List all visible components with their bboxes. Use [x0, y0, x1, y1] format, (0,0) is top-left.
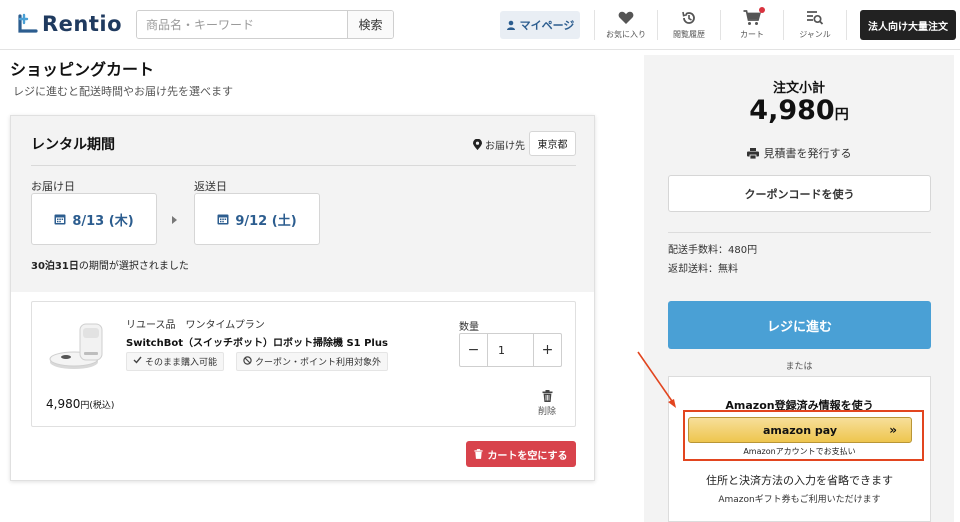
mypage-button[interactable]: マイページ — [500, 11, 580, 39]
issue-estimate-label: 見積書を発行する — [763, 147, 852, 160]
product-name[interactable]: SwitchBot（スイッチボット）ロボット掃除機 S1 Plus — [126, 334, 388, 349]
user-icon — [506, 20, 515, 30]
nav-favorites-label: お気に入り — [606, 30, 646, 39]
return-date-label: 返送日 — [194, 180, 227, 193]
nav-genre-label: ジャンル — [799, 30, 831, 39]
search-input[interactable] — [137, 11, 347, 38]
page-title: ショッピングカート — [10, 60, 155, 79]
period-summary-text: の期間が選択されました — [78, 261, 189, 272]
chip-coupon-excluded: クーポン・ポイント利用対象外 — [236, 352, 389, 371]
destination-label-text: お届け先 — [485, 141, 525, 152]
delivery-date-label: お届け日 — [31, 180, 75, 193]
product-price: 4,980円(税込) — [46, 397, 114, 411]
quantity-value[interactable]: 1 — [487, 334, 534, 366]
printer-icon — [746, 147, 759, 159]
product-condition: リユース品 ワンタイムプラン — [126, 320, 265, 331]
order-summary-panel: 注文小計 4,980円 見積書を発行する クーポンコードを使う 配送手数料：48… — [644, 55, 954, 522]
destination-select-button[interactable]: 東京都 — [529, 131, 576, 156]
empty-cart-button[interactable]: カートを空にする — [466, 441, 576, 467]
chip-coupon-label: クーポン・ポイント利用対象外 — [255, 358, 382, 368]
quantity-minus-button[interactable]: − — [460, 334, 487, 366]
issue-estimate-link[interactable]: 見積書を発行する — [644, 145, 954, 161]
divider — [668, 232, 931, 233]
nav-history[interactable]: 閲覧履歴 — [658, 9, 720, 43]
quantity-label: 数量 — [459, 322, 479, 333]
amazon-pay-section: Amazon登録済み情報を使う amazon pay » Amazonアカウント… — [668, 376, 931, 522]
nav-history-label: 閲覧履歴 — [673, 30, 705, 39]
divider — [31, 165, 576, 166]
cart-notification-dot — [759, 7, 765, 13]
rental-period-title: レンタル期間 — [31, 137, 115, 153]
rentio-logo[interactable]: Rentio — [18, 12, 122, 36]
trash-icon — [542, 390, 552, 402]
empty-cart-label: カートを空にする — [487, 450, 568, 462]
product-price-value: 4,980 — [46, 397, 81, 411]
delete-label: 削除 — [538, 407, 557, 417]
amazon-gift-note: Amazonギフト券もご利用いただけます — [718, 495, 881, 505]
subtotal-amount: 4,980円 — [644, 95, 954, 126]
nav-cart[interactable]: カート — [721, 7, 783, 43]
map-pin-icon — [473, 139, 482, 150]
prohibited-icon — [243, 355, 252, 368]
nav-genre[interactable]: ジャンル — [784, 9, 846, 43]
period-nights: 30泊31日 — [31, 261, 79, 272]
shipping-fee: 配送手数料：480円 — [668, 245, 758, 256]
return-fee: 返却送料：無料 — [668, 264, 738, 275]
history-icon — [681, 9, 697, 26]
delivery-date-button[interactable]: 8/13 (木) — [31, 193, 157, 245]
destination-label: お届け先 — [473, 137, 525, 152]
return-date-button[interactable]: 9/12 (土) — [194, 193, 320, 245]
cart-icon — [743, 7, 765, 26]
genre-icon — [806, 9, 824, 26]
subtotal-value: 4,980 — [749, 95, 835, 126]
amazon-pay-description: 住所と決済方法の入力を省略できます — [706, 474, 893, 487]
robot-vacuum-image — [49, 323, 103, 369]
check-icon — [133, 356, 142, 367]
nav-cart-label: カート — [740, 30, 764, 39]
rental-period-section: レンタル期間 お届け先 東京都 お届け日 8/13 (木) 返送日 9/12 (… — [11, 116, 594, 292]
trash-icon — [474, 449, 484, 459]
amazon-pay-caption: Amazonアカウントでお支払い — [743, 447, 856, 456]
calendar-icon — [217, 214, 229, 225]
logo-text: Rentio — [42, 12, 123, 36]
nav-favorites[interactable]: お気に入り — [595, 9, 657, 43]
quantity-stepper: − 1 + — [459, 333, 562, 367]
use-coupon-button[interactable]: クーポンコードを使う — [668, 175, 931, 212]
site-header: Rentio 検索 マイページ お気に入り 閲覧履歴 カート — [0, 0, 960, 50]
subtotal-unit: 円 — [834, 107, 849, 123]
rentio-logo-icon — [18, 13, 38, 33]
delete-item-button[interactable]: 削除 — [538, 390, 556, 417]
chip-purchasable: そのまま購入可能 — [126, 352, 225, 371]
period-summary: 30泊31日の期間が選択されました — [31, 257, 189, 272]
amazon-pay-logo: amazon pay — [762, 423, 838, 437]
annotation-arrow-icon — [637, 351, 676, 408]
heart-icon — [618, 9, 634, 26]
nav-divider — [846, 10, 847, 40]
mypage-label: マイページ — [519, 19, 575, 32]
double-chevron-icon: » — [889, 423, 897, 437]
checkout-button[interactable]: レジに進む — [668, 301, 931, 349]
page-subtitle: レジに進むと配送時間やお届け先を選べます — [13, 85, 233, 98]
calendar-icon — [54, 214, 66, 225]
corporate-order-button[interactable]: 法人向け大量注文 — [860, 10, 956, 40]
product-price-suffix: 円(税込) — [80, 401, 115, 411]
subtotal-title: 注文小計 — [772, 81, 825, 96]
delivery-date-value: 8/13 (木) — [72, 213, 134, 229]
arrow-right-icon — [172, 216, 177, 224]
search-button[interactable]: 検索 — [347, 11, 393, 38]
amazon-pay-button[interactable]: amazon pay » — [688, 417, 912, 443]
search-bar: 検索 — [136, 10, 394, 39]
return-date-value: 9/12 (土) — [235, 213, 297, 229]
cart-item: リユース品 ワンタイムプラン SwitchBot（スイッチボット）ロボット掃除機… — [31, 301, 576, 427]
or-divider-text: または — [785, 362, 813, 372]
chip-purchasable-label: そのまま購入可能 — [145, 358, 218, 368]
cart-card: レンタル期間 お届け先 東京都 お届け日 8/13 (木) 返送日 9/12 (… — [10, 115, 595, 481]
quantity-plus-button[interactable]: + — [534, 334, 561, 366]
